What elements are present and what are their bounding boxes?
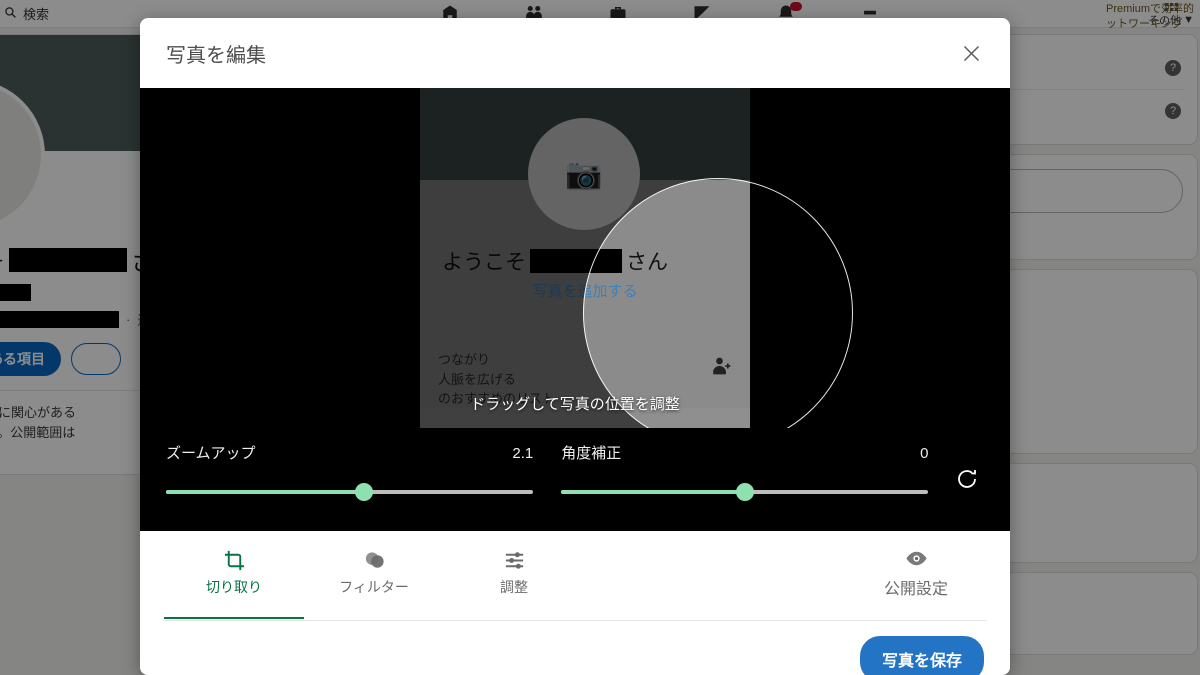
photo-connections-sub: 人脈を広げる (438, 371, 517, 387)
tabs-divider (164, 620, 986, 621)
zoom-slider-value: 2.1 (512, 445, 534, 462)
modal-footer: 写真を保存 (140, 621, 1010, 675)
straighten-slider-fill (561, 490, 745, 494)
add-person-icon (712, 356, 732, 381)
eye-icon (846, 547, 986, 575)
tab-adjust[interactable]: 調整 (444, 547, 584, 619)
tab-visibility[interactable]: 公開設定 (846, 547, 986, 621)
page-title: 写真を編集 (166, 44, 266, 67)
modal-header: 写真を編集 (140, 18, 1010, 88)
tab-crop[interactable]: 切り取り (164, 547, 304, 619)
straighten-slider-thumb[interactable] (735, 483, 754, 501)
straighten-slider-track[interactable] (561, 483, 929, 501)
tab-crop-label: 切り取り (206, 579, 262, 595)
camera-icon: 📷 (565, 157, 603, 191)
photo-add-photo-link: 写真を追加する (532, 283, 638, 300)
zoom-slider-group: ズームアップ 2.1 (166, 442, 534, 501)
zoom-slider-label: ズームアップ (166, 445, 256, 462)
screenshot-root: 📷 こそ さん · 連絡先 (0, 0, 1200, 675)
photo-connections-title: つながり (438, 352, 491, 367)
straighten-slider-group: 角度補正 0 (561, 442, 929, 501)
redacted-name (530, 249, 622, 273)
editor-tabs: 切り取り フィルター 調整 公開設定 (140, 531, 1010, 621)
tab-filter-label: フィルター (339, 579, 409, 595)
photo-avatar-circle: 📷 (528, 118, 640, 230)
zoom-slider-fill (166, 490, 365, 494)
crop-icon (164, 547, 304, 573)
edit-photo-modal: 写真を編集 📷 ようこそ さん 写真を追加する つながり 人脈を広げる のおすす… (140, 18, 1010, 675)
zoom-slider-track[interactable] (166, 483, 534, 501)
photo-welcome-prefix: ようこそ (442, 251, 526, 274)
close-icon[interactable] (954, 36, 988, 70)
tab-adjust-label: 調整 (500, 579, 528, 595)
adjust-sliders-icon (444, 547, 584, 573)
photo-welcome-suffix: さん (626, 251, 668, 274)
crop-canvas[interactable]: 📷 ようこそ さん 写真を追加する つながり 人脈を広げる のおすすめのリスト (140, 88, 1010, 428)
photo-being-cropped[interactable]: 📷 ようこそ さん 写真を追加する つながり 人脈を広げる のおすすめのリスト (420, 88, 750, 428)
reset-rotate-icon[interactable] (950, 462, 984, 496)
photo-welcome-row: ようこそ さん (442, 246, 742, 276)
straighten-slider-value: 0 (920, 445, 929, 462)
tab-visibility-label: 公開設定 (883, 581, 948, 598)
zoom-slider-thumb[interactable] (355, 483, 374, 501)
save-photo-button[interactable]: 写真を保存 (859, 636, 984, 675)
drag-hint-text: ドラッグして写真の位置を調整 (470, 396, 680, 413)
tab-filter[interactable]: フィルター (304, 547, 444, 619)
slider-controls: ズームアップ 2.1 角度補正 0 (140, 428, 1010, 531)
filter-icon (304, 547, 444, 573)
straighten-slider-label: 角度補正 (561, 445, 622, 462)
